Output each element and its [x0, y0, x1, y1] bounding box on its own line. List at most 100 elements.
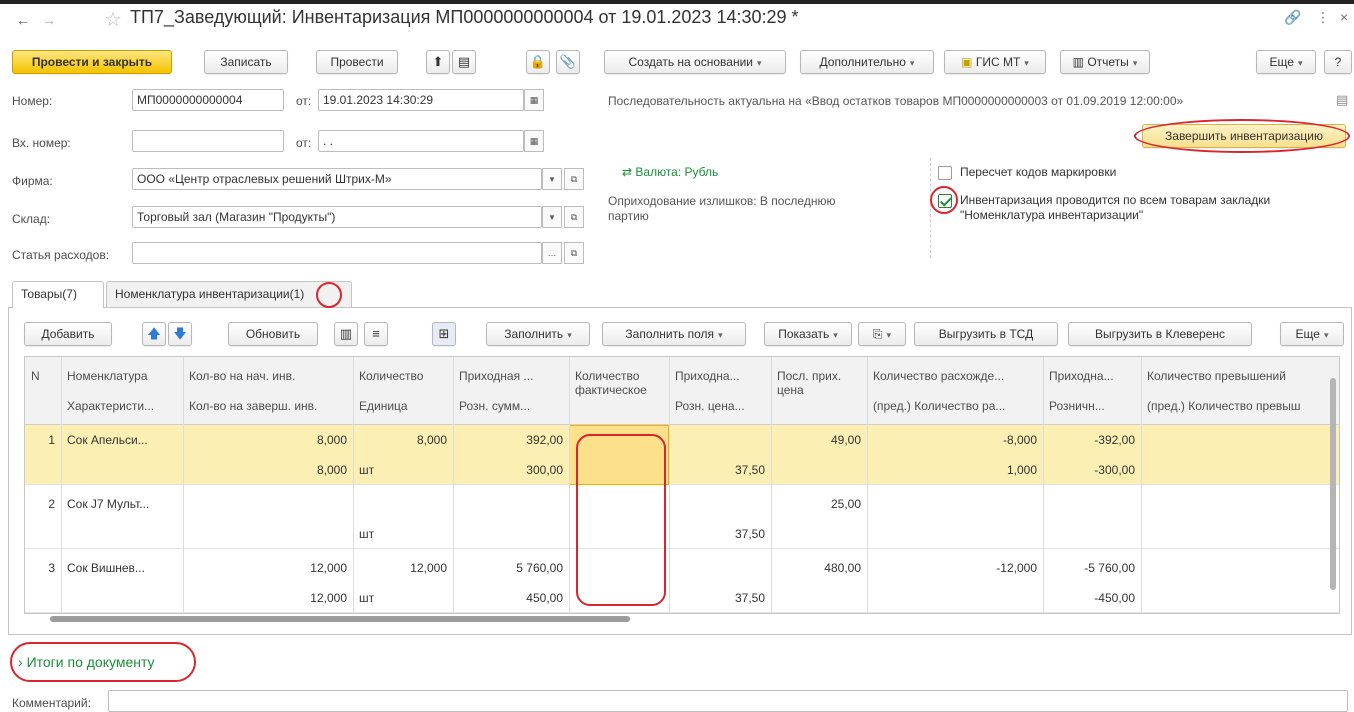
table-more-label: Еще [1295, 327, 1320, 341]
export-menu-button[interactable]: ⎘ ▾ [858, 322, 906, 346]
totals-expander[interactable]: › Итоги по документу [18, 654, 155, 670]
reports-button[interactable]: ▥ Отчеты ▾ [1060, 50, 1150, 74]
table-cell: 5 760,00 [516, 561, 563, 575]
tab-inventory-nomenclature[interactable]: Номенклатура инвентаризации(1) [106, 281, 352, 307]
help-button[interactable]: ? [1324, 50, 1352, 74]
export-tsd-button[interactable]: Выгрузить в ТСД [914, 322, 1058, 346]
top-edge [0, 0, 1354, 4]
list-icon[interactable]: ▤ [1336, 92, 1348, 108]
fill-label: Заполнить [504, 327, 564, 341]
comment-label: Комментарий: [12, 696, 91, 710]
horizontal-scrollbar[interactable] [30, 614, 1326, 624]
column-header: Приходная ... [459, 369, 534, 383]
nomenclature-cell: Сок J7 Мульт... [67, 497, 150, 511]
expense-item-field[interactable] [132, 242, 542, 264]
table-cell: -12,000 [996, 561, 1037, 575]
column-divider [61, 357, 62, 613]
column-divider [353, 357, 354, 613]
forward-arrow-icon[interactable]: → [38, 11, 60, 31]
tab-goods-count: (7) [62, 287, 77, 301]
incoming-number-label: Вх. номер: [12, 136, 71, 150]
open-link-icon[interactable]: ⧉ [564, 168, 584, 190]
dropdown-arrow-icon[interactable]: ▾ [542, 168, 562, 190]
all-goods-label-line2: "Номенклатура инвентаризации" [960, 208, 1144, 222]
column-divider [1141, 357, 1142, 613]
gis-mt-button[interactable]: ▣ ГИС МТ ▾ [944, 50, 1046, 74]
calendar-icon[interactable]: ▦ [524, 89, 544, 111]
recount-codes-checkbox[interactable] [938, 166, 952, 180]
open-link-icon[interactable]: ⧉ [564, 242, 584, 264]
close-icon[interactable]: × [1340, 9, 1348, 25]
attachment-icon[interactable]: 📎 [556, 50, 580, 74]
export-kleverens-button[interactable]: Выгрузить в Клеверенс [1068, 322, 1252, 346]
document-icon[interactable]: ▤ [452, 50, 476, 74]
comment-field[interactable] [108, 690, 1348, 712]
post-button[interactable]: Провести [316, 50, 398, 74]
column-header: Посл. прих. цена [777, 369, 842, 397]
post-and-close-button[interactable]: Провести и закрыть [12, 50, 172, 74]
dropdown-arrow-icon[interactable]: ▾ [542, 206, 562, 228]
refresh-button[interactable]: Обновить [228, 322, 318, 346]
table-cell: 300,00 [526, 463, 563, 477]
additional-button[interactable]: Дополнительно ▾ [800, 50, 934, 74]
active-cell[interactable] [569, 425, 669, 485]
currency-link[interactable]: ⇄ Валюта: Рубль [622, 165, 718, 179]
move-up-icon[interactable]: 🡅 [142, 322, 166, 346]
lock-icon[interactable]: 🔒 [526, 50, 550, 74]
add-button[interactable]: Добавить [24, 322, 112, 346]
table-cell: 392,00 [526, 433, 563, 447]
fill-button[interactable]: Заполнить ▾ [486, 322, 590, 346]
column-divider [867, 357, 868, 613]
select-ellipsis-icon[interactable]: … [542, 242, 562, 264]
calendar-icon[interactable]: ▦ [524, 130, 544, 152]
totals-label: Итоги по документу [26, 654, 155, 670]
dropdown-arrow-icon: ▾ [756, 58, 762, 68]
table-cell: 480,00 [824, 561, 861, 575]
write-button[interactable]: Записать [204, 50, 288, 74]
column-subheader: Единица [359, 399, 408, 413]
tab-nomenclature-label: Номенклатура инвентаризации [115, 287, 290, 301]
align-icon[interactable]: ≡ [364, 322, 388, 346]
table-cell: 8,000 [316, 433, 347, 447]
column-subheader: Розничн... [1049, 399, 1105, 413]
column-header: N [31, 369, 40, 383]
gis-mt-icon: ▣ [961, 55, 973, 69]
dropdown-arrow-icon: ▾ [1297, 58, 1303, 68]
table-cell: 8,000 [316, 463, 347, 477]
show-button[interactable]: Показать ▾ [764, 322, 852, 346]
fill-fields-button[interactable]: Заполнить поля ▾ [602, 322, 746, 346]
create-based-on-button[interactable]: Создать на основании ▾ [604, 50, 786, 74]
number-field[interactable]: МП0000000000004 [132, 89, 284, 111]
firm-field[interactable]: ООО «Центр отраслевых решений Штрих-М» [132, 168, 542, 190]
all-goods-checkbox[interactable] [938, 194, 952, 208]
currency-label: Валюта: Рубль [635, 165, 719, 179]
open-link-icon[interactable]: ⧉ [564, 206, 584, 228]
goods-table[interactable]: N Номенклатура Характеристи... Кол-во на на… [24, 356, 1340, 614]
dropdown-arrow-icon: ▾ [1323, 330, 1329, 340]
table-cell: 25,00 [830, 497, 861, 511]
table-more-button[interactable]: Еще ▾ [1280, 322, 1344, 346]
column-header: Кол-во на нач. инв. [189, 369, 296, 383]
barcode-icon[interactable]: ▥ [334, 322, 358, 346]
incoming-date-field[interactable]: . . [318, 130, 524, 152]
menu-dots-icon[interactable]: ⋮ [1316, 9, 1330, 26]
incoming-number-field[interactable] [132, 130, 284, 152]
upload-icon[interactable]: ⬆ [426, 50, 450, 74]
finish-inventory-button[interactable]: Завершить инвентаризацию [1142, 124, 1346, 148]
back-arrow-icon[interactable]: ← [12, 11, 34, 31]
show-label: Показать [778, 327, 830, 341]
tab-goods[interactable]: Товары(7) [12, 281, 104, 308]
table-cell: -300,00 [1094, 463, 1135, 477]
row-number: 2 [48, 497, 55, 511]
table-cell: 37,50 [734, 463, 765, 477]
chevron-right-icon: › [18, 654, 23, 670]
link-icon[interactable]: 🔗 [1284, 9, 1301, 26]
vertical-scrollbar[interactable] [1326, 366, 1338, 606]
grid-view-icon[interactable]: ⊞ [432, 322, 456, 346]
table-cell: 37,50 [734, 527, 765, 541]
more-button[interactable]: Еще ▾ [1256, 50, 1316, 74]
date-field[interactable]: 19.01.2023 14:30:29 [318, 89, 524, 111]
move-down-icon[interactable]: 🡇 [168, 322, 192, 346]
warehouse-field[interactable]: Торговый зал (Магазин "Продукты") [132, 206, 542, 228]
favorite-star-icon[interactable]: ☆ [104, 7, 122, 32]
